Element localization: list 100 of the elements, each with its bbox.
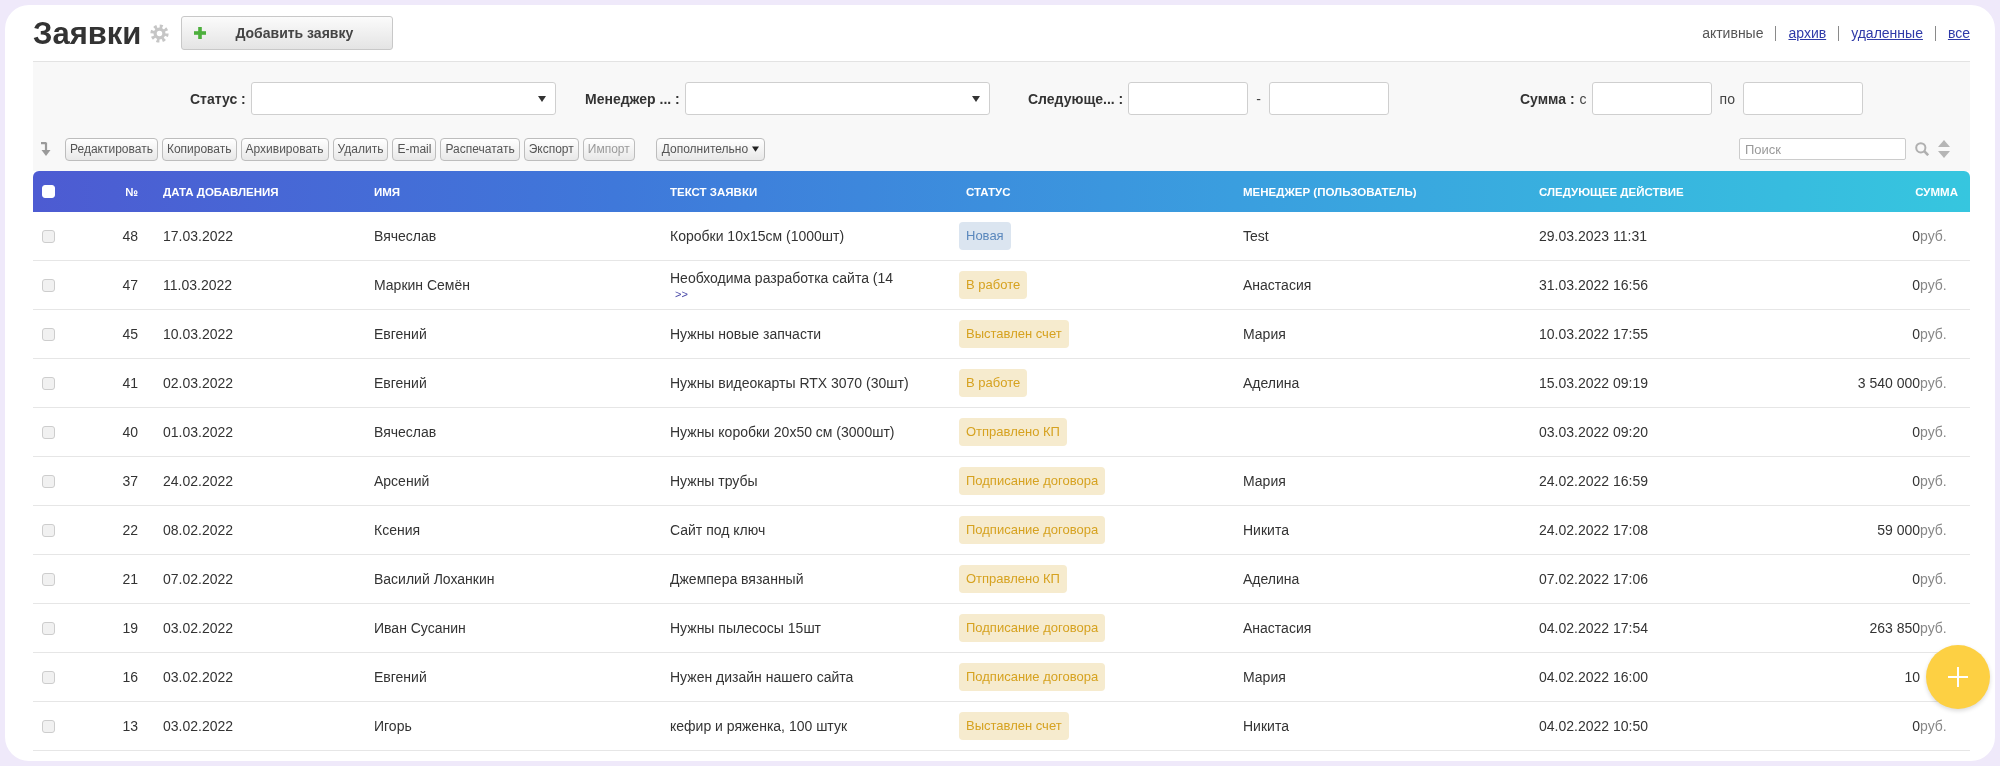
- column-header: СУММА: [1915, 185, 1958, 198]
- dropdown-field[interactable]: [250, 82, 556, 115]
- currency-label: руб.: [1920, 277, 1948, 293]
- toolbar-button[interactable]: Удалить: [332, 137, 389, 161]
- status-tag: Подписание договора: [959, 614, 1106, 642]
- input-field[interactable]: [1591, 82, 1712, 115]
- table-cell: 10.03.2022: [163, 326, 234, 342]
- table-cell: Аделина: [1243, 375, 1300, 391]
- table-cell: 07.02.2022 17:06: [1539, 571, 1648, 587]
- dropdown-field[interactable]: [684, 82, 990, 115]
- view-link[interactable]: удаленные: [1851, 25, 1923, 41]
- amount-value: 263 850: [1869, 620, 1920, 636]
- amount-value: 0: [1912, 228, 1920, 244]
- row-checkbox[interactable]: [42, 523, 55, 537]
- table-cell: Арсений: [374, 473, 430, 489]
- amount-value: 0: [1912, 424, 1920, 440]
- status-tag: Выставлен счет: [959, 712, 1069, 740]
- table-cell: 03.02.2022: [163, 620, 234, 636]
- table-cell: Вячеслав: [374, 228, 437, 244]
- filter-label: Сумма :: [1520, 90, 1575, 107]
- row-checkbox[interactable]: [42, 278, 55, 292]
- table-cell: 04.02.2022 10:50: [1539, 718, 1648, 734]
- status-tag: В работе: [959, 271, 1028, 299]
- column-header: ТЕКСТ ЗАЯВКИ: [670, 185, 758, 198]
- input-field[interactable]: [1742, 82, 1863, 115]
- arrow-down-icon[interactable]: [40, 142, 52, 156]
- row-checkbox[interactable]: [42, 621, 55, 635]
- caret-icon: [752, 146, 760, 152]
- currency-label: руб.: [1920, 473, 1948, 489]
- row-checkbox[interactable]: [42, 229, 55, 243]
- row-checkbox[interactable]: [42, 719, 55, 733]
- caret-icon: [537, 95, 546, 102]
- status-tag: Подписание договора: [959, 467, 1106, 495]
- row-checkbox[interactable]: [42, 670, 55, 684]
- row-checkbox[interactable]: [42, 474, 55, 488]
- table-cell: 24.02.2022: [163, 473, 234, 489]
- amount-value: 0: [1912, 473, 1920, 489]
- table-cell: 04.02.2022 17:54: [1539, 620, 1648, 636]
- toolbar-button[interactable]: Архивировать: [240, 137, 329, 161]
- current-view-label: активные: [1702, 25, 1764, 41]
- sort-arrows-icon[interactable]: [1938, 140, 1950, 158]
- amount-value: 3 540 000: [1857, 375, 1920, 391]
- range-label: с: [1579, 90, 1587, 107]
- table-cell: 16: [122, 669, 138, 685]
- row-checkbox[interactable]: [42, 425, 55, 439]
- table-cell: 11.03.2022: [163, 277, 233, 293]
- input-field[interactable]: [1268, 82, 1389, 115]
- add-fab-button[interactable]: [1926, 645, 1990, 709]
- search-icon[interactable]: [1915, 142, 1929, 156]
- toolbar-button[interactable]: Редактировать: [65, 137, 158, 161]
- toolbar-button[interactable]: Распечатать: [440, 137, 520, 161]
- table-cell: 31.03.2022 16:56: [1539, 277, 1648, 293]
- table-cell: Нужны видеокарты RTX 3070 (30шт): [670, 375, 909, 391]
- table-cell: 48: [122, 228, 138, 244]
- table-cell: 24.02.2022 16:59: [1539, 473, 1648, 489]
- search-field[interactable]: Поиск: [1739, 138, 1906, 160]
- toolbar-button[interactable]: E-mail: [392, 137, 437, 161]
- table-cell: Мария: [1243, 669, 1286, 685]
- table-cell: Маркин Семён: [374, 277, 470, 293]
- row-checkbox[interactable]: [42, 327, 55, 341]
- amount-value: 0: [1912, 326, 1920, 342]
- table-cell: Евгений: [374, 326, 427, 342]
- settings-icon[interactable]: [150, 23, 170, 43]
- table-cell: 29.03.2023 11:31: [1539, 228, 1647, 244]
- page-title: Заявки: [33, 17, 142, 49]
- table-cell: Нужны пылесосы 15шт: [670, 620, 822, 636]
- table-cell: Игорь: [374, 718, 412, 734]
- currency-label: руб.: [1920, 571, 1948, 587]
- table-cell: Евгений: [374, 669, 427, 685]
- select-all-checkbox[interactable]: [42, 185, 55, 198]
- column-header: СЛЕДУЮЩЕЕ ДЕЙСТВИЕ: [1539, 185, 1684, 198]
- table-cell: Мария: [1243, 326, 1286, 342]
- table-cell: 10.03.2022 17:55: [1539, 326, 1648, 342]
- table-cell: Ксения: [374, 522, 421, 538]
- table-cell: Джемпера вязанный: [670, 571, 804, 587]
- table-cell: 47: [122, 277, 138, 293]
- amount-value: 0: [1912, 277, 1920, 293]
- toolbar-button[interactable]: Экспорт: [523, 137, 579, 161]
- amount-value: 59 000: [1877, 522, 1920, 538]
- status-tag: В работе: [959, 369, 1028, 397]
- status-tag: Новая: [959, 222, 1011, 250]
- table-cell: 21: [122, 571, 138, 587]
- view-link[interactable]: архив: [1788, 25, 1827, 41]
- currency-label: руб.: [1920, 375, 1948, 391]
- toolbar-button[interactable]: Копировать: [161, 137, 237, 161]
- table-cell: Test: [1243, 228, 1269, 244]
- table-cell: Коробки 10x15см (1000шт): [670, 228, 845, 244]
- view-link[interactable]: все: [1947, 25, 1970, 41]
- table-cell: 37: [122, 473, 138, 489]
- input-field[interactable]: [1128, 82, 1249, 115]
- add-request-button[interactable]: Добавить заявку: [181, 16, 394, 50]
- row-checkbox[interactable]: [42, 572, 55, 586]
- more-link[interactable]: >>: [675, 288, 688, 300]
- currency-label: руб.: [1920, 718, 1948, 734]
- plus-icon: [1948, 667, 1968, 687]
- more-dropdown-button[interactable]: Дополнительно: [655, 137, 766, 161]
- table-cell: Нужны новые запчасти: [670, 326, 822, 342]
- table-cell: Никита: [1243, 522, 1289, 538]
- table-cell: 41: [122, 375, 138, 391]
- row-checkbox[interactable]: [42, 376, 55, 390]
